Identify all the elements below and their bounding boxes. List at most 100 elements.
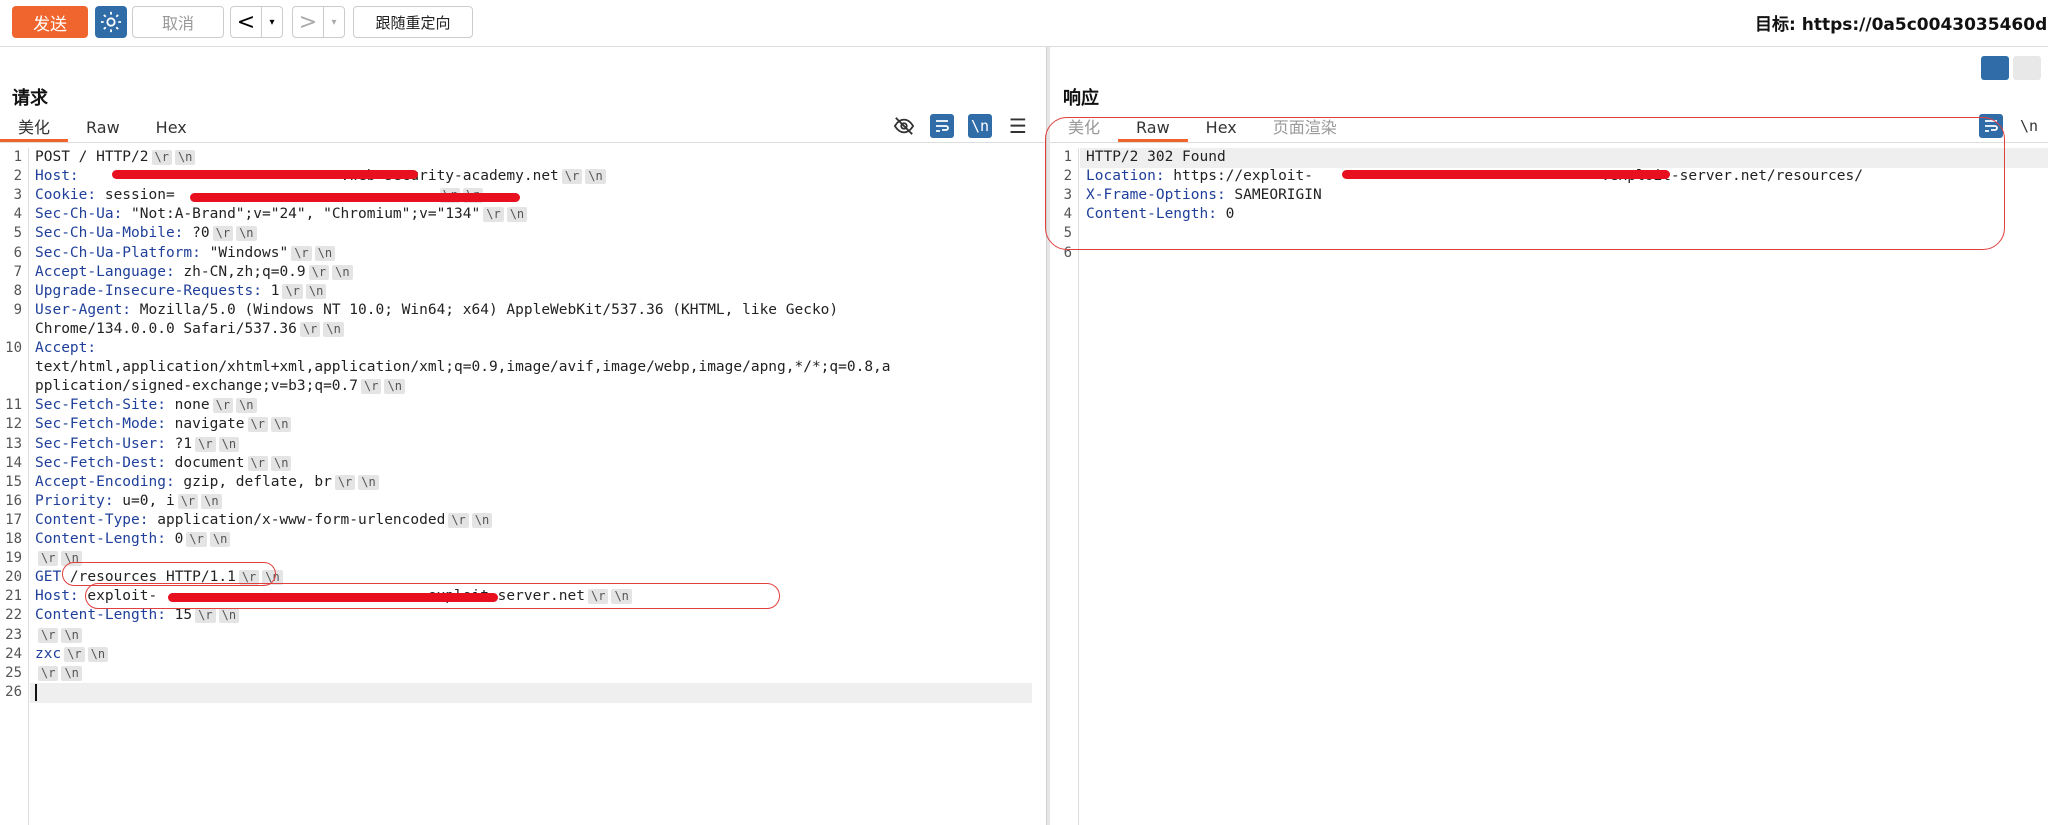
tab-pretty[interactable]: 美化 — [0, 114, 69, 142]
code-line: Sec-Fetch-Site: none \r \n — [35, 396, 257, 415]
crlf-marker: \n — [174, 150, 196, 165]
request-title: 请求 — [12, 88, 48, 109]
newline-icon[interactable]: \n — [2017, 114, 2041, 138]
line-number: 3 — [13, 187, 22, 204]
forward-history-dropdown[interactable]: ▾ — [323, 7, 344, 37]
crlf-marker: \n — [471, 512, 493, 528]
crlf-marker: \r — [247, 455, 268, 471]
crlf-marker: \n — [61, 627, 82, 643]
layout-toggle — [1981, 56, 2041, 80]
line-number: 1 — [13, 149, 22, 165]
line-number: 26 — [5, 683, 22, 700]
line-number: 21 — [5, 588, 22, 605]
stacked-view-button[interactable] — [2013, 56, 2041, 80]
follow-redirect-button[interactable]: 跟随重定向 — [353, 6, 473, 38]
code-line: pplication/signed-exchange;v=b3;q=0.7 \r \… — [35, 377, 405, 396]
crlf-marker: \r — [291, 245, 312, 261]
cancel-button[interactable]: 取消 — [132, 6, 224, 38]
back-button[interactable]: < — [231, 7, 261, 37]
code-line: Accept: — [35, 340, 97, 356]
crlf-marker: \n — [358, 474, 379, 490]
code-line: \r \n — [35, 664, 82, 683]
line-number: 10 — [5, 340, 22, 356]
code-line: User-Agent: Mozilla/5.0 (Windows NT 10.0… — [35, 301, 839, 318]
code-line: Accept-Language: zh-CN,zh;q=0.9 \r \n — [35, 263, 353, 282]
crlf-marker: \n — [270, 455, 292, 471]
newline-icon[interactable]: \n — [968, 114, 992, 138]
crlf-marker: \n — [236, 398, 257, 414]
hamburger-icon[interactable]: ☰ — [1006, 114, 1030, 138]
crlf-marker: \n — [384, 379, 405, 395]
code-line: zxc \r \n — [35, 645, 109, 664]
line-number: 17 — [5, 511, 22, 528]
crlf-marker: \n — [314, 245, 336, 261]
crlf-marker: \n — [332, 264, 353, 280]
tab-raw[interactable]: Raw — [68, 114, 138, 142]
code-line: text/html,application/xhtml+xml,applicat… — [35, 359, 891, 376]
line-number: 25 — [5, 664, 22, 681]
code-line: Sec-Fetch-Dest: document \r \n — [35, 454, 292, 473]
code-line: \r \n — [35, 626, 82, 645]
code-line: Sec-Fetch-User: ?1 \r \n — [35, 435, 240, 454]
line-number: 20 — [5, 569, 22, 586]
crlf-marker: \r — [483, 207, 504, 223]
crlf-marker: \n — [61, 665, 82, 681]
target-label[interactable]: 目标: https://0a5c0043035460d782( — [1755, 10, 2048, 35]
annotation-circle — [1045, 117, 2005, 250]
code-line: Sec-Ch-Ua: "Not:A-Brand";v="24", "Chromi… — [35, 205, 528, 224]
wrap-icon[interactable] — [930, 114, 954, 138]
line-number: 15 — [5, 473, 22, 490]
tab-hex[interactable]: Hex — [138, 114, 205, 142]
line-number: 7 — [13, 263, 22, 280]
forward-nav: > ▾ — [292, 6, 345, 38]
crlf-marker: \r — [212, 398, 234, 414]
response-title: 响应 — [1063, 88, 1099, 109]
line-number: 23 — [5, 626, 22, 643]
request-tab-divider — [0, 142, 1046, 143]
request-gutter — [28, 148, 29, 825]
crlf-marker: \n — [87, 646, 109, 662]
line-number: 4 — [13, 206, 22, 223]
crlf-marker: \r — [195, 608, 216, 624]
settings-button[interactable] — [95, 6, 127, 38]
crlf-marker: \r — [38, 627, 59, 643]
eye-slash-icon[interactable] — [892, 114, 916, 138]
code-line: Sec-Ch-Ua-Platform: "Windows" \r \n — [35, 244, 336, 263]
line-number: 2 — [13, 168, 22, 185]
crlf-marker: \r — [38, 665, 59, 681]
forward-button[interactable]: > — [293, 7, 323, 37]
crlf-marker: \r — [282, 283, 303, 299]
request-tabs: 美化 Raw Hex — [0, 114, 205, 142]
split-view-button[interactable] — [1981, 56, 2009, 80]
top-toolbar: 发送 取消 < ▾ > ▾ 跟随重定向 目标: https://0a5c0043… — [0, 0, 2048, 47]
crlf-marker: \r — [299, 321, 321, 337]
send-button[interactable]: 发送 — [12, 6, 88, 38]
crlf-marker: \r — [561, 169, 583, 185]
code-line: Chrome/134.0.0.0 Safari/537.36 \r \n — [35, 320, 344, 339]
back-nav: < ▾ — [230, 6, 283, 38]
crlf-marker: \r — [195, 436, 216, 452]
crlf-marker: \r — [212, 226, 234, 242]
code-line: Accept-Encoding: gzip, deflate, br \r \n — [35, 473, 379, 492]
crlf-marker: \r — [334, 474, 356, 490]
line-number: 12 — [5, 416, 22, 433]
crlf-marker: \n — [209, 532, 231, 547]
crlf-marker: \r — [247, 417, 268, 433]
crlf-marker: \r — [64, 646, 85, 662]
code-line: Content-Length: 15 \r \n — [35, 606, 240, 625]
crlf-marker: \n — [218, 608, 240, 624]
code-line: Content-Length: 0 \r \n — [35, 530, 231, 549]
code-line: Content-Type: application/x-www-form-url… — [35, 511, 493, 530]
line-number: 14 — [5, 454, 22, 471]
crlf-marker: \n — [236, 226, 257, 242]
line-number: 16 — [5, 492, 22, 509]
line-number: 22 — [5, 607, 22, 624]
crlf-marker: \n — [585, 169, 606, 185]
line-number: 6 — [13, 244, 22, 261]
redaction-mark — [168, 593, 498, 602]
crlf-marker: \n — [305, 283, 327, 299]
crlf-marker: \r — [186, 532, 207, 547]
code-line: Sec-Ch-Ua-Mobile: ?0 \r \n — [35, 224, 257, 243]
back-history-dropdown[interactable]: ▾ — [261, 7, 282, 37]
crlf-marker: \r — [308, 264, 330, 280]
